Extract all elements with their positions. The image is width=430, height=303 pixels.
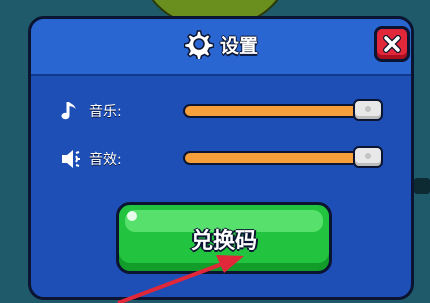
red-arrow-icon <box>117 255 244 303</box>
